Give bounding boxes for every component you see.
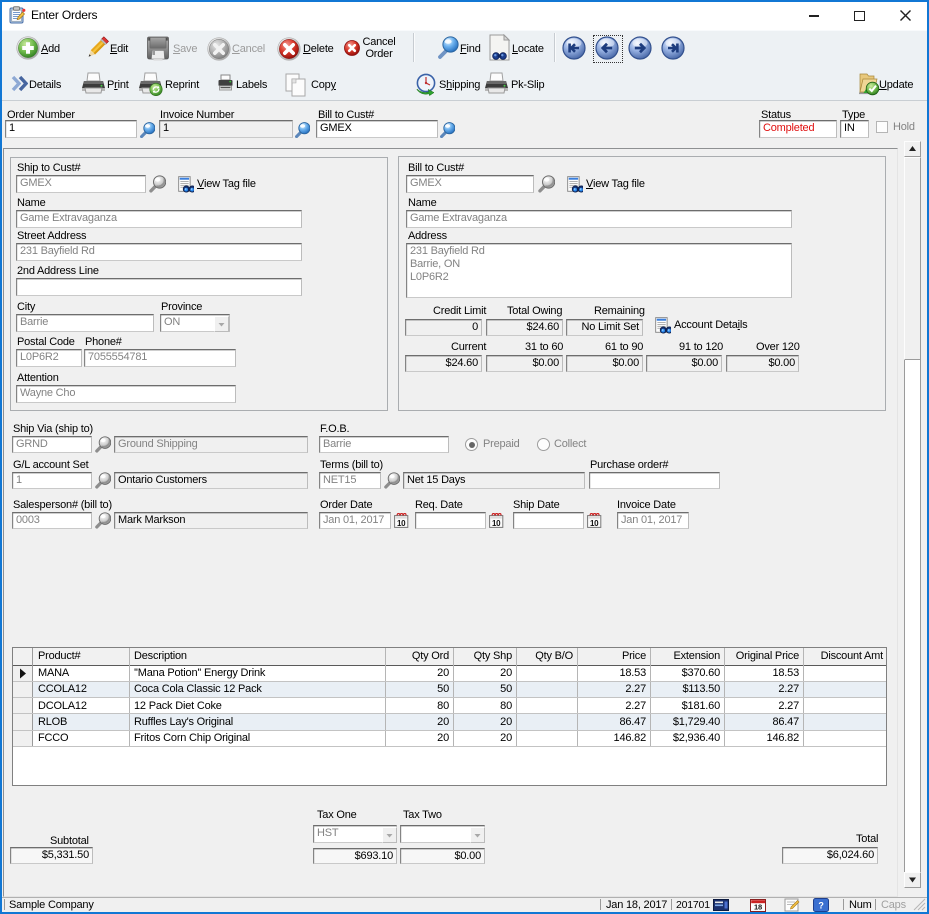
- svg-text:?: ?: [818, 901, 823, 911]
- svg-text:18: 18: [754, 903, 762, 912]
